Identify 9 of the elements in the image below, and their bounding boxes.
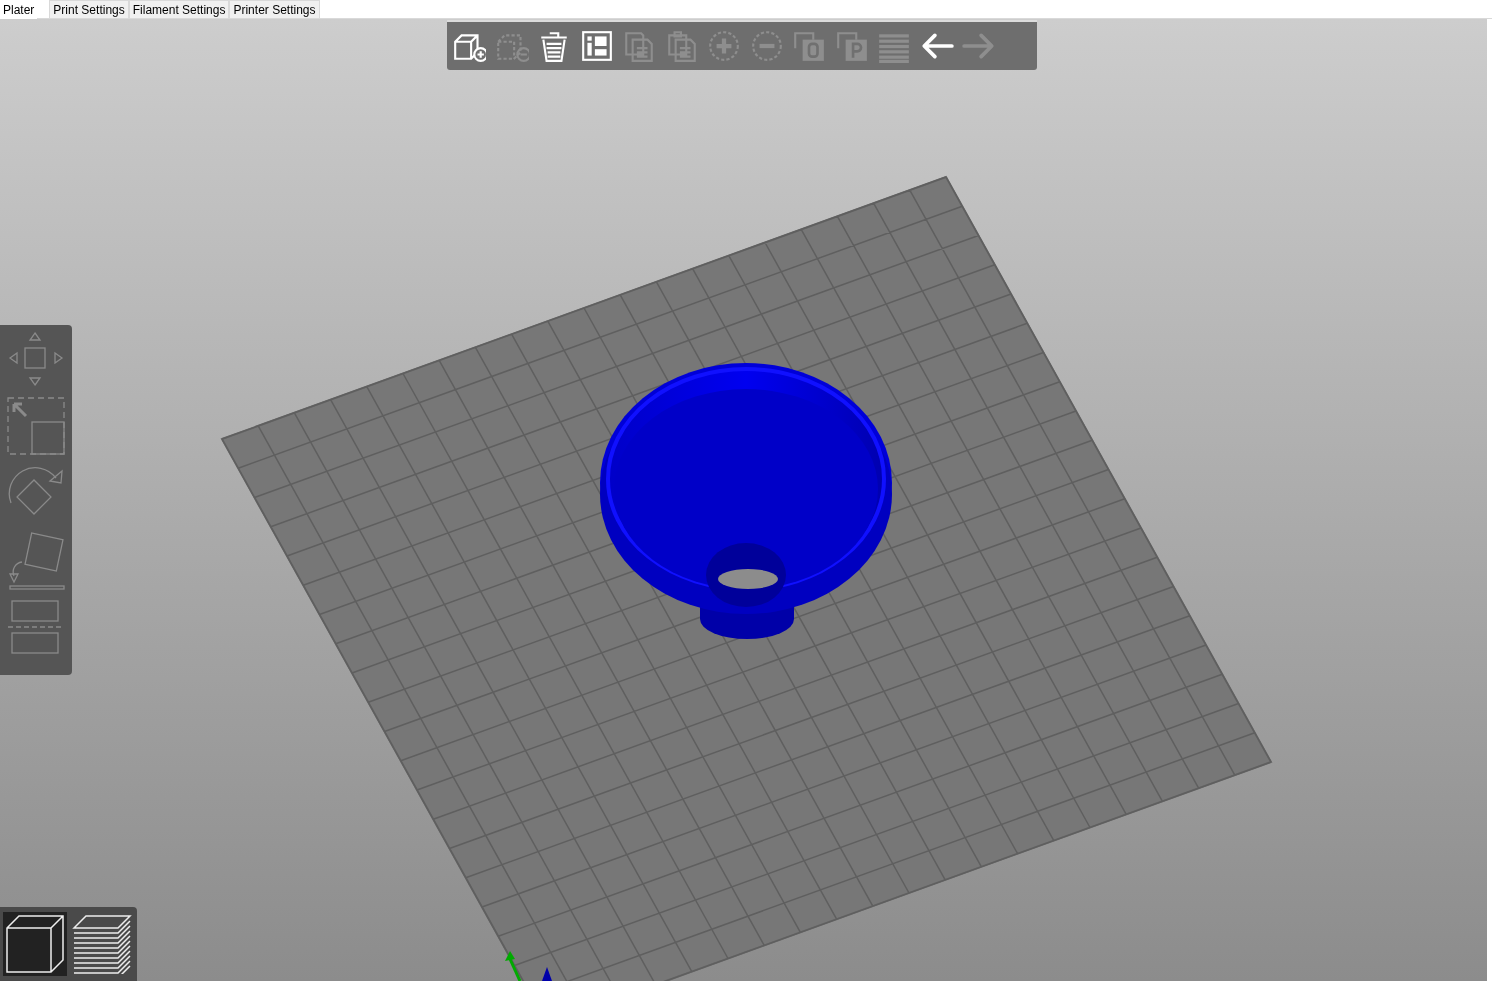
3d-viewport[interactable]: [0, 19, 1487, 981]
axis-drawing: [505, 951, 552, 981]
cube-icon[interactable]: [3, 912, 67, 976]
layers-icon[interactable]: [70, 912, 134, 976]
tab[interactable]: Printer Settings: [229, 0, 320, 18]
tab[interactable]: Filament Settings: [128, 0, 230, 18]
scale-box-icon[interactable]: [6, 396, 66, 456]
grid-layout-icon[interactable]: [579, 29, 614, 63]
tab[interactable]: Print Settings: [49, 0, 129, 18]
